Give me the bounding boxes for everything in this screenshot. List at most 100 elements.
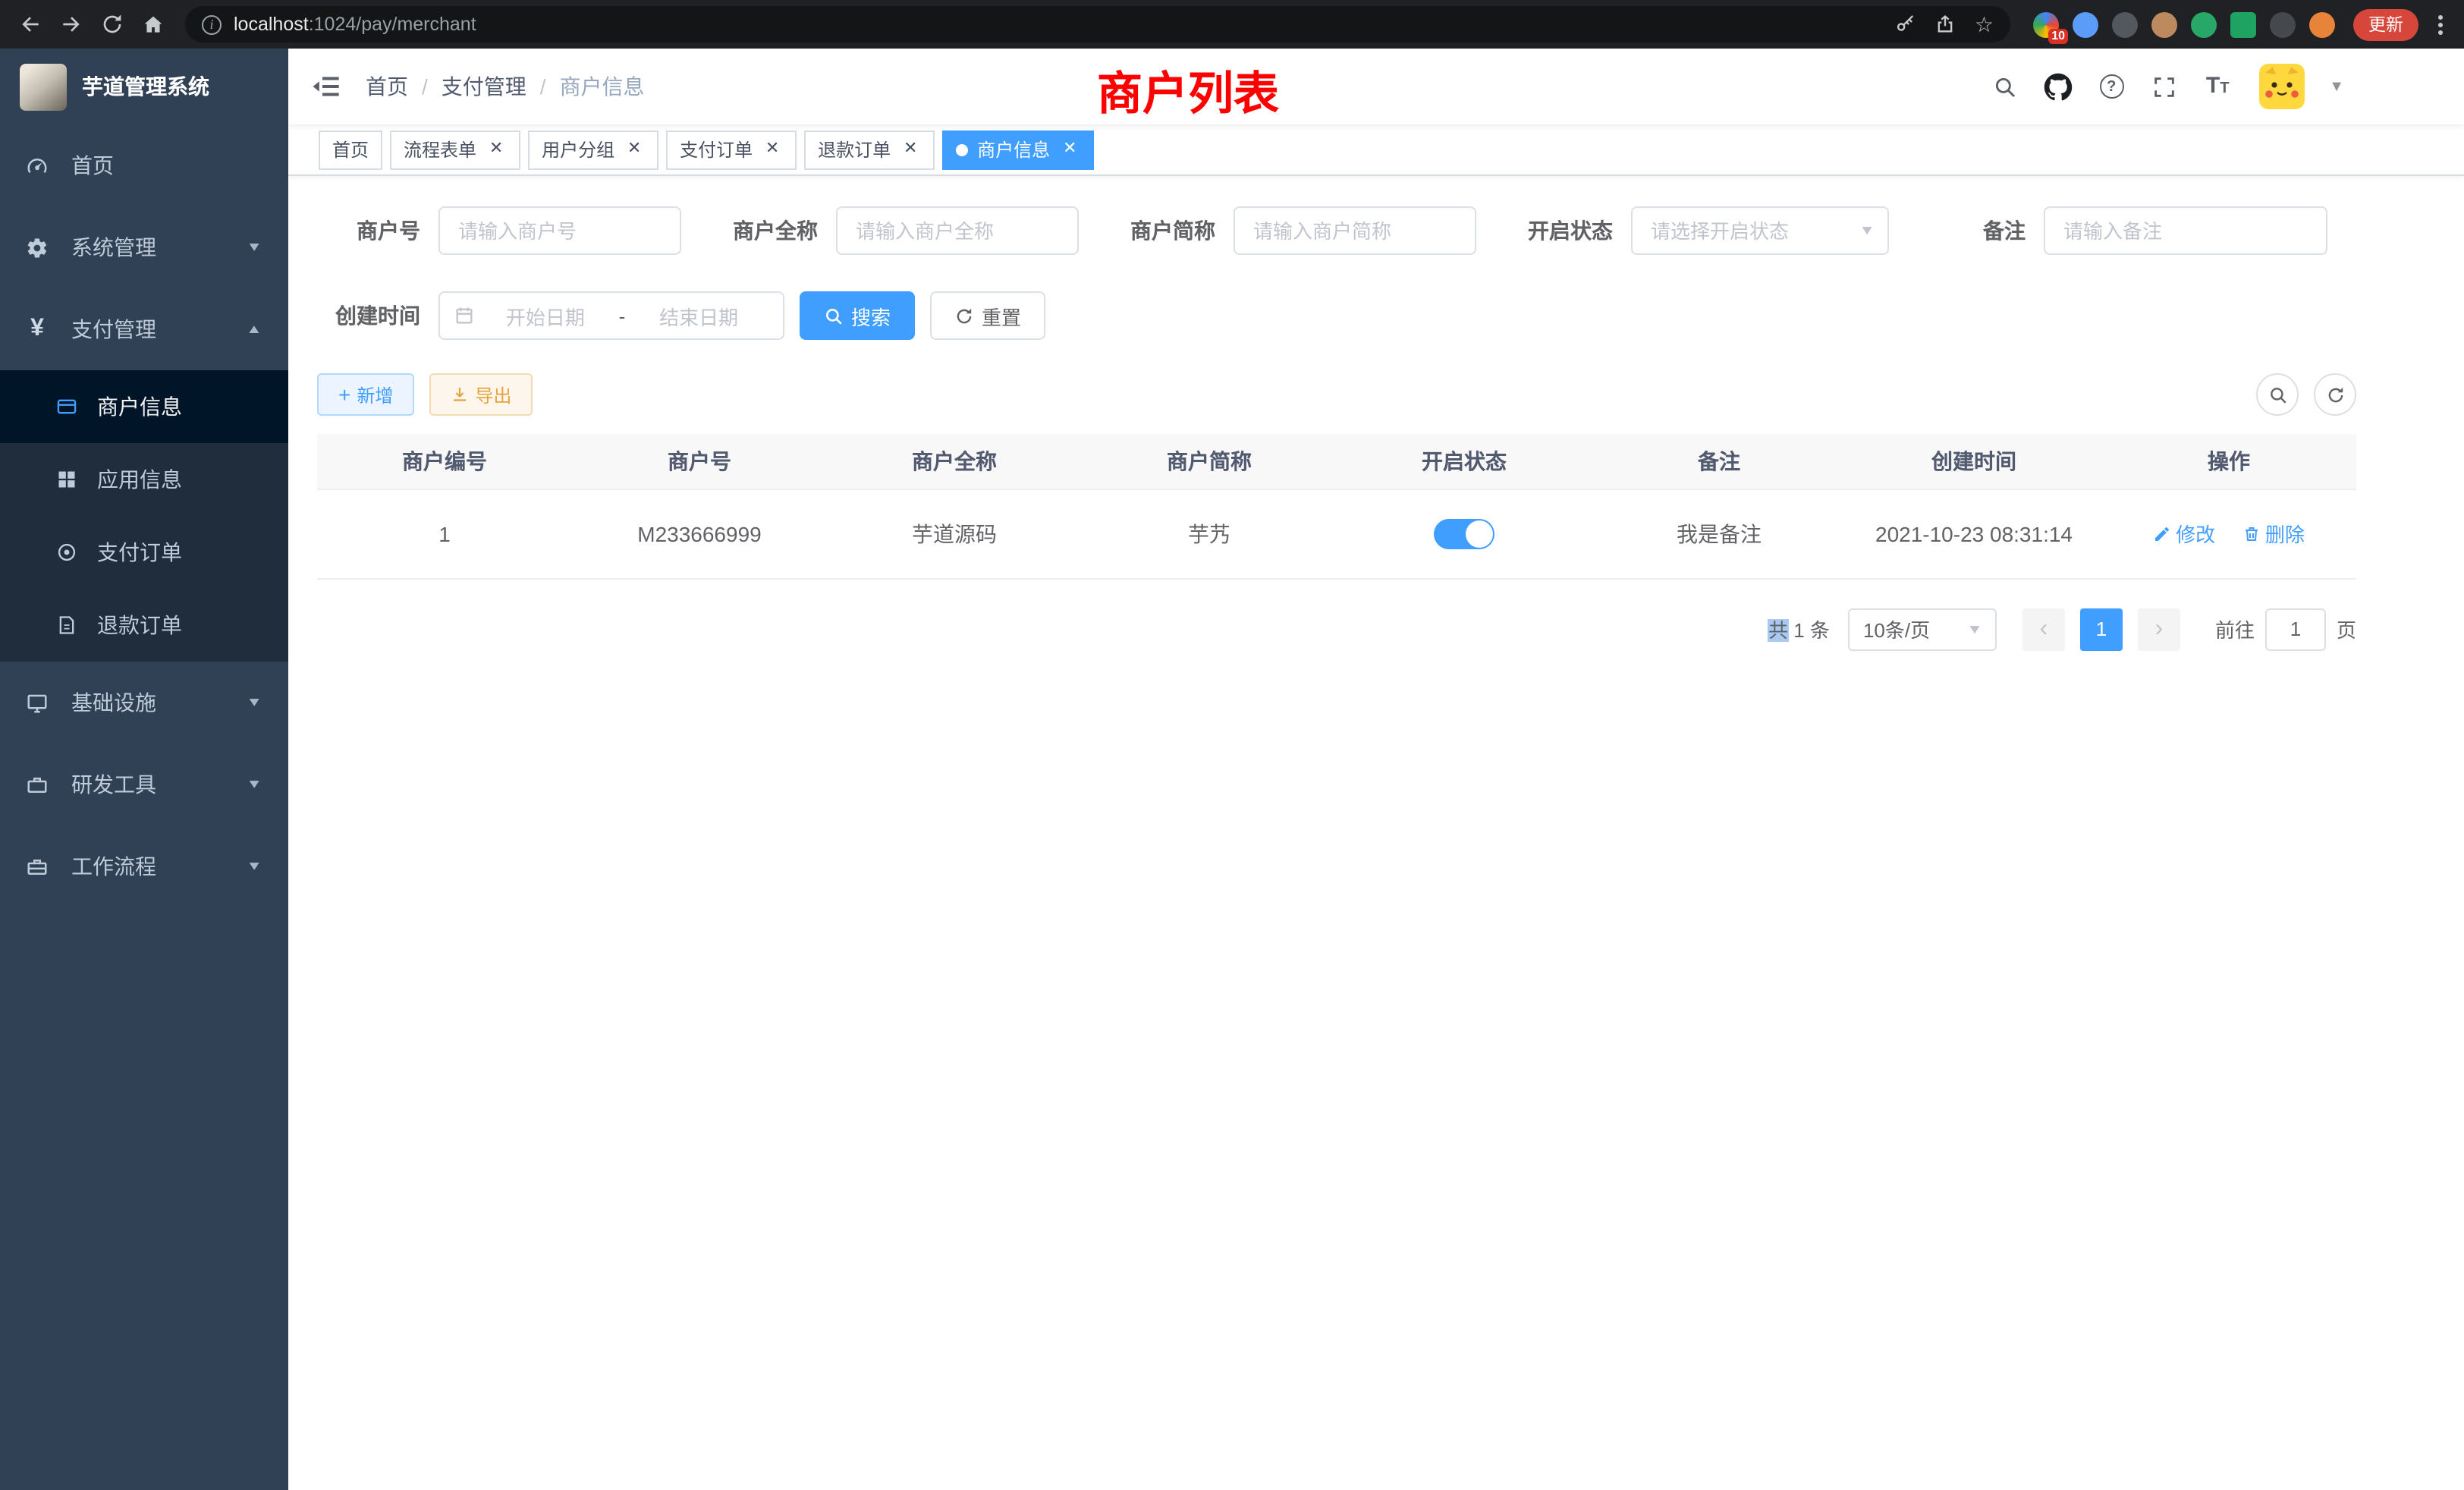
bookmark-star-icon[interactable]: ☆ xyxy=(1975,14,1994,35)
tab-label: 退款订单 xyxy=(818,137,891,162)
font-size-icon[interactable]: TT xyxy=(2203,72,2232,101)
jump-label: 前往 xyxy=(2215,615,2255,643)
sidebar-item-payment-order[interactable]: 支付订单 xyxy=(0,516,288,589)
merchant-no-input[interactable] xyxy=(438,206,681,255)
refresh-table-button[interactable] xyxy=(2314,373,2356,416)
user-avatar[interactable] xyxy=(2259,64,2305,109)
sidebar-item-label: 应用信息 xyxy=(97,464,182,495)
remark-input[interactable] xyxy=(2044,206,2327,255)
reset-button[interactable]: 重置 xyxy=(930,291,1045,340)
close-icon[interactable]: ✕ xyxy=(762,139,783,160)
page-number-1[interactable]: 1 xyxy=(2080,608,2123,650)
date-separator: - xyxy=(616,304,629,327)
pin-extension-icon[interactable] xyxy=(2270,11,2296,37)
fullscreen-icon[interactable] xyxy=(2150,72,2179,101)
close-icon[interactable]: ✕ xyxy=(486,139,507,160)
search-button[interactable]: 搜索 xyxy=(800,291,915,340)
sidebar-item-infrastructure[interactable]: 基础设施 ▼ xyxy=(0,662,288,743)
tab-home[interactable]: 首页 xyxy=(319,130,382,169)
page-size-select[interactable]: 10条/页 ▼ xyxy=(1848,608,1997,650)
share-icon[interactable] xyxy=(1935,14,1956,35)
tab-payment-order[interactable]: 支付订单✕ xyxy=(666,130,797,169)
status-toggle[interactable] xyxy=(1434,518,1494,549)
sidebar-item-payment[interactable]: ¥ 支付管理 ▼ xyxy=(0,288,288,370)
column-header-merchant-no: 商户号 xyxy=(572,434,827,489)
chevron-down-icon: ▼ xyxy=(246,696,262,709)
export-button[interactable]: 导出 xyxy=(429,373,533,416)
forward-icon[interactable] xyxy=(50,4,91,45)
column-header-create-time: 创建时间 xyxy=(1846,434,2101,489)
breadcrumb: 首页 / 支付管理 / 商户信息 xyxy=(366,71,645,102)
sidebar-item-label: 首页 xyxy=(71,150,262,181)
page-jump: 前往 页 xyxy=(2215,608,2356,650)
close-icon[interactable]: ✕ xyxy=(624,139,645,160)
breadcrumb-payment[interactable]: 支付管理 xyxy=(442,71,526,102)
close-icon[interactable]: ✕ xyxy=(1059,139,1080,160)
trash-icon xyxy=(2242,524,2261,542)
column-header-no: 商户编号 xyxy=(317,434,572,489)
table-right-tools xyxy=(2256,373,2356,416)
site-info-icon[interactable]: i xyxy=(202,14,222,34)
jump-page-input[interactable] xyxy=(2265,608,2326,650)
sidebar-item-merchant-info[interactable]: 商户信息 xyxy=(0,370,288,443)
merchant-table: 商户编号 商户号 商户全称 商户简称 开启状态 备注 创建时间 操作 1 xyxy=(317,434,2356,579)
prev-page-button[interactable]: ‹ xyxy=(2022,608,2065,650)
extension-icon-5[interactable] xyxy=(2191,11,2217,37)
tab-label: 商户信息 xyxy=(977,137,1050,162)
delete-link[interactable]: 删除 xyxy=(2242,519,2305,548)
cell-actions: 修改 删除 xyxy=(2101,489,2356,578)
page-size-value: 10条/页 xyxy=(1863,615,1930,643)
close-icon[interactable]: ✕ xyxy=(900,139,921,160)
chevron-down-icon: ▼ xyxy=(1966,621,1983,636)
sidebar-item-app-info[interactable]: 应用信息 xyxy=(0,443,288,516)
sidebar-item-workflow[interactable]: 工作流程 ▼ xyxy=(0,825,288,907)
sidebar-item-label: 商户信息 xyxy=(97,391,182,422)
chrome-update-button[interactable]: 更新 xyxy=(2353,8,2418,40)
search-icon[interactable] xyxy=(1991,72,2019,101)
sidebar-fold-icon[interactable] xyxy=(311,71,341,102)
refresh-icon xyxy=(954,306,974,325)
help-icon[interactable]: ? xyxy=(2097,72,2126,101)
tab-label: 流程表单 xyxy=(404,137,476,162)
tab-refund-order[interactable]: 退款订单 ✕ xyxy=(804,130,935,169)
avatar-caret-down-icon[interactable]: ▼ xyxy=(2329,78,2344,95)
extension-icon-1[interactable]: 10 xyxy=(2033,11,2059,37)
sidebar-item-label: 系统管理 xyxy=(71,232,246,262)
chevron-up-icon: ▼ xyxy=(246,322,262,336)
sidebar-item-home[interactable]: 首页 xyxy=(0,124,288,206)
extension-icon-3[interactable] xyxy=(2112,11,2138,37)
home-icon[interactable] xyxy=(132,4,173,45)
merchant-fullname-input[interactable] xyxy=(836,206,1079,255)
browser-menu-icon[interactable] xyxy=(2432,8,2449,40)
back-icon[interactable] xyxy=(9,4,50,45)
app-title: 芋道管理系统 xyxy=(82,71,209,102)
cell-remark: 我是备注 xyxy=(1592,489,1846,578)
cell-merchant-no: M233666999 xyxy=(572,489,827,578)
app-logo-row[interactable]: 芋道管理系统 xyxy=(0,49,288,124)
add-button[interactable]: + 新增 xyxy=(317,373,414,416)
date-range-picker[interactable]: 开始日期 - 结束日期 xyxy=(438,291,784,340)
address-bar[interactable]: i localhost:1024/pay/merchant ☆ xyxy=(185,6,2010,42)
sidebar-item-dev-tools[interactable]: 研发工具 ▼ xyxy=(0,743,288,825)
toggle-search-button[interactable] xyxy=(2256,373,2299,416)
extension-icon-2[interactable] xyxy=(2073,11,2098,37)
next-page-button[interactable]: › xyxy=(2138,608,2180,650)
tab-process-form[interactable]: 流程表单 ✕ xyxy=(390,130,520,169)
password-key-icon[interactable] xyxy=(1896,14,1917,35)
extension-icon-6[interactable] xyxy=(2230,11,2256,37)
merchant-page: 商户号 商户全称 商户简称 开启状态 xyxy=(288,176,2464,1490)
tab-user-group[interactable]: 用户分组✕ xyxy=(528,130,658,169)
merchant-shortname-input[interactable] xyxy=(1234,206,1476,255)
tab-merchant-info[interactable]: 商户信息 ✕ xyxy=(942,130,1094,169)
profile-avatar-icon[interactable] xyxy=(2309,11,2335,37)
merchant-fullname-label: 商户全称 xyxy=(715,215,818,246)
breadcrumb-home[interactable]: 首页 xyxy=(366,71,408,102)
edit-link[interactable]: 修改 xyxy=(2153,519,2215,548)
status-select[interactable] xyxy=(1631,206,1889,255)
extension-icon-4[interactable] xyxy=(2151,11,2177,37)
sidebar-item-refund-order[interactable]: 退款订单 xyxy=(0,589,288,662)
github-icon[interactable] xyxy=(2044,72,2073,101)
sidebar-item-system[interactable]: 系统管理 ▼ xyxy=(0,206,288,288)
reload-icon[interactable] xyxy=(91,4,132,45)
merchant-card-icon xyxy=(55,395,77,418)
